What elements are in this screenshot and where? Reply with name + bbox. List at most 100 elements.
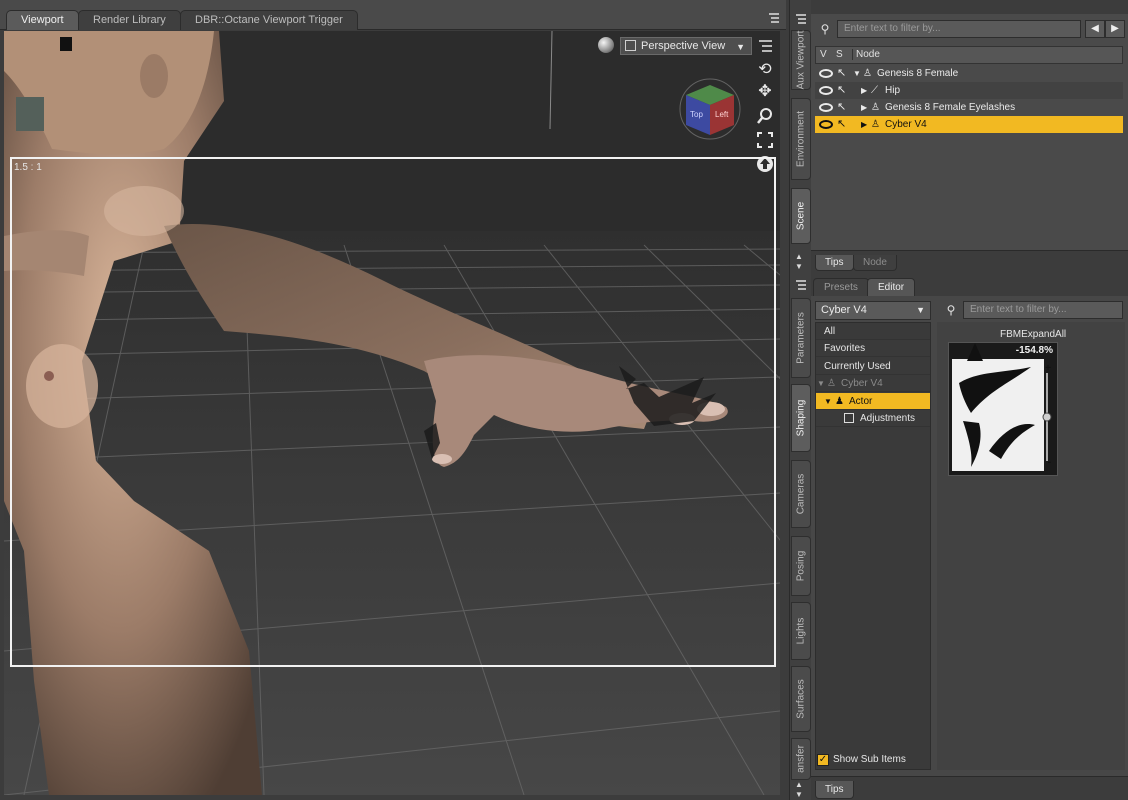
expand-down-icon[interactable]: ▼ (824, 393, 832, 410)
tab-node[interactable]: Node (853, 255, 897, 271)
checkbox-checked-icon[interactable]: ✓ (817, 754, 829, 766)
tree-item-adjustments[interactable]: Adjustments (816, 410, 930, 427)
orbit-icon[interactable]: ⟲ (756, 61, 774, 79)
tab-posing[interactable]: Posing (791, 536, 811, 596)
select-arrow-icon[interactable]: ↖ (837, 65, 846, 82)
figure-icon: ♙ (871, 119, 880, 130)
increment-button[interactable]: + (1045, 363, 1051, 374)
shaping-filter-input[interactable]: Enter text to filter by... (963, 301, 1123, 319)
view-select-value: Perspective View (641, 40, 726, 52)
tab-tips[interactable]: Tips (815, 255, 854, 271)
scene-empty-area (815, 134, 1123, 246)
eye-icon[interactable] (819, 69, 833, 78)
zoom-icon[interactable] (756, 107, 774, 125)
scene-row-selected[interactable]: ↖ ▶ ♙ Cyber V4 (815, 116, 1123, 133)
scene-row[interactable]: ↖ ▶ ♙ Genesis 8 Female Eyelashes (815, 99, 1123, 116)
grid-icon (625, 40, 636, 51)
expand-down-icon[interactable]: ▼ (853, 65, 861, 82)
figure-select-value: Cyber V4 (821, 304, 867, 316)
property-value[interactable]: -154.8% (1016, 345, 1053, 356)
search-icon: ⚲ (820, 22, 830, 36)
select-arrow-icon[interactable]: ↖ (837, 116, 846, 133)
eye-icon[interactable] (819, 120, 833, 129)
bone-icon: ⟋ (871, 85, 878, 96)
scene-prev-button[interactable]: ◀ (1085, 20, 1105, 38)
viewport-tab-strip: Viewport Render Library DBR::Octane View… (0, 0, 786, 30)
scene-filter-input[interactable]: Enter text to filter by... (837, 20, 1081, 38)
3d-viewport[interactable]: Top Left Perspective View ▼ ⟲ ✥ 1.5 : 1 (4, 31, 780, 795)
eye-icon[interactable] (819, 86, 833, 95)
property-group-tree: All Favorites Currently Used ▼ ♙ Cyber V… (815, 322, 931, 770)
collapse-arrows-icon[interactable]: ▲ ▼ (795, 252, 803, 272)
expand-right-icon[interactable]: ▶ (861, 82, 867, 99)
tab-editor[interactable]: Editor (867, 278, 916, 297)
pane-menu-icon[interactable] (794, 278, 808, 292)
scene-row-label: Hip (885, 85, 901, 96)
tree-item-all[interactable]: All (816, 323, 930, 340)
tab-shaping[interactable]: Shaping (791, 384, 811, 452)
side-tab-strip: Aux Viewport Environment Scene ▲ ▼ Parame… (789, 0, 811, 800)
expand-right-icon[interactable]: ▶ (861, 99, 867, 116)
cube-face-side: Left (715, 110, 729, 119)
tab-presets[interactable]: Presets (813, 278, 869, 297)
chevron-down-icon: ▼ (916, 305, 925, 315)
pan-icon[interactable]: ✥ (756, 83, 774, 101)
tab-environment[interactable]: Environment (791, 98, 811, 180)
scene-column-header: V S Node (815, 46, 1123, 64)
eye-icon[interactable] (819, 103, 833, 112)
tree-item-currently-used[interactable]: Currently Used (816, 358, 930, 375)
show-sub-items-label: Show Sub Items (833, 754, 906, 765)
scene-row-label: Genesis 8 Female Eyelashes (885, 102, 1016, 113)
cube-face-front: Top (690, 110, 703, 119)
column-selectable[interactable]: S (836, 49, 843, 60)
tab-parameters[interactable]: Parameters (791, 298, 811, 378)
scene-bottom-tabs: Tips Node (811, 250, 1128, 272)
scene-pane: ⚲ Enter text to filter by... ◀ ▶ V S Nod… (811, 14, 1128, 250)
tab-surfaces[interactable]: Surfaces (791, 666, 811, 732)
expand-down-icon[interactable]: ▼ (817, 375, 825, 392)
viewport-scene: Top Left (4, 31, 780, 795)
pane-menu-icon[interactable] (794, 12, 808, 26)
tab-scene[interactable]: Scene (791, 188, 811, 244)
tab-aux-viewport[interactable]: Aux Viewport (791, 30, 811, 90)
select-arrow-icon[interactable]: ↖ (837, 82, 846, 99)
tab-viewport[interactable]: Viewport (6, 10, 79, 30)
view-select[interactable]: Perspective View ▼ (620, 37, 752, 55)
select-arrow-icon[interactable]: ↖ (837, 99, 846, 116)
scene-row-label: Genesis 8 Female (877, 68, 959, 79)
tree-item-cyber-v4[interactable]: ▼ ♙ Cyber V4 (816, 375, 930, 392)
tree-item-actor[interactable]: ▼ ♟ Actor (816, 393, 930, 410)
pane-menu-icon[interactable] (766, 11, 780, 25)
frame-icon[interactable] (756, 131, 774, 149)
tab-tips[interactable]: Tips (815, 781, 854, 799)
property-name: FBMExpandAll (1000, 329, 1067, 340)
column-visible[interactable]: V (820, 49, 827, 60)
tab-lights[interactable]: Lights (791, 602, 811, 660)
search-icon: ⚲ (946, 303, 956, 317)
tab-render-library[interactable]: Render Library (78, 10, 181, 30)
tab-octane-viewport-trigger[interactable]: DBR::Octane Viewport Trigger (180, 10, 358, 30)
column-node[interactable]: Node (852, 49, 880, 60)
morph-thumbnail (949, 343, 1057, 475)
scene-next-button[interactable]: ▶ (1105, 20, 1125, 38)
scene-row[interactable]: ↖ ▼ ♙ Genesis 8 Female (815, 65, 1123, 82)
figure-icon: ♙ (863, 68, 872, 79)
expand-right-icon[interactable]: ▶ (861, 116, 867, 133)
figure-select[interactable]: Cyber V4 ▼ (815, 301, 931, 320)
figure-icon: ♙ (827, 378, 836, 389)
tab-cameras[interactable]: Cameras (791, 460, 811, 528)
actor-icon: ♟ (835, 396, 844, 407)
collapse-arrows-icon[interactable]: ▲ ▼ (795, 780, 803, 800)
property-slider-card[interactable]: -154.8% + - (948, 342, 1058, 476)
chevron-down-icon: ▼ (736, 42, 745, 52)
aspect-ratio-label: 1.5 : 1 (14, 162, 42, 173)
tab-transfer[interactable]: ansfer (791, 738, 811, 780)
draw-style-sphere-icon[interactable] (598, 37, 614, 53)
tree-item-favorites[interactable]: Favorites (816, 340, 930, 357)
camera-up-icon[interactable] (756, 155, 774, 173)
viewport-menu-icon[interactable] (756, 37, 774, 55)
scene-row[interactable]: ↖ ▶ ⟋ Hip (815, 82, 1123, 99)
figure-icon: ♙ (871, 102, 880, 113)
decrement-button[interactable]: - (1048, 457, 1051, 468)
group-icon (844, 413, 854, 423)
